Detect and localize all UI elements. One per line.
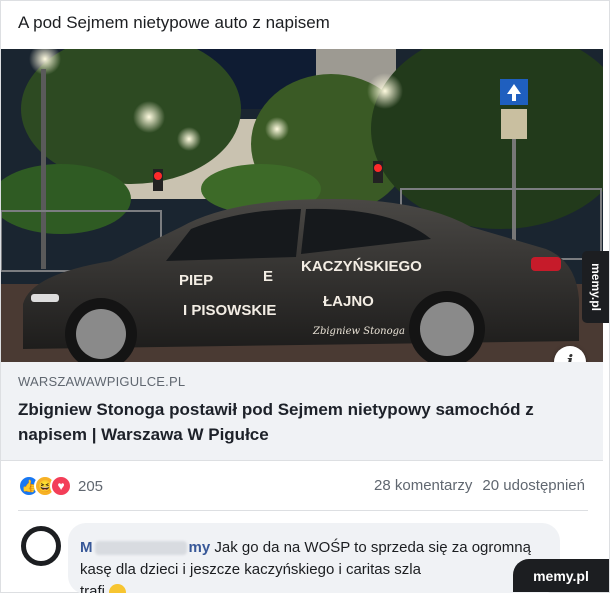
post-photo[interactable]: PIEP E KACZYŃSKIEGO I PISOWSKIE ŁAJNO Zb… <box>1 49 603 362</box>
divider <box>18 510 588 511</box>
post-text: A pod Sejmem nietypowe auto z napisem <box>18 13 330 32</box>
shares-count[interactable]: 20 udostępnień <box>482 477 585 494</box>
car-photo-illustration: PIEP E KACZYŃSKIEGO I PISOWSKIE ŁAJNO Zb… <box>1 49 603 362</box>
watermark-corner: memy.pl <box>513 559 609 592</box>
reaction-count: 205 <box>78 477 104 495</box>
car-text-pisowskie: I PISOWSKIE <box>183 302 276 319</box>
comment-text-end: trafi <box>80 583 106 593</box>
reactions-summary[interactable]: 👍 😆 ♥ 205 <box>18 475 103 497</box>
comment-author[interactable]: Mmy <box>80 539 210 556</box>
smile-emoji-icon <box>109 583 127 593</box>
car-text-kaczynskiego: KACZYŃSKIEGO <box>301 258 422 275</box>
watermark-side: memy.pl <box>582 251 609 323</box>
blurred-name <box>94 541 187 556</box>
car-text-lajno: ŁAJNO <box>323 293 374 310</box>
car-text-e: E <box>263 268 273 285</box>
comment-bubble: Mmy Jak go da na WOŚP to sprzeda się za … <box>68 523 560 593</box>
post-stats: 28 komentarzy 20 udostępnień <box>374 477 585 494</box>
avatar[interactable] <box>21 526 61 566</box>
facebook-post-card: A pod Sejmem nietypowe auto z napisem PI… <box>0 0 610 593</box>
link-domain: WARSZAWAWPIGULCE.PL <box>18 374 186 389</box>
love-icon: ♥ <box>50 475 72 497</box>
car-text-signature: Zbigniew Stonoga <box>312 326 405 337</box>
link-title[interactable]: Zbigniew Stonoga postawił pod Sejmem nie… <box>18 397 578 447</box>
comments-count[interactable]: 28 komentarzy <box>374 477 472 494</box>
link-preview[interactable]: WARSZAWAWPIGULCE.PL Zbigniew Stonoga pos… <box>1 362 603 461</box>
car-text-piep: PIEP <box>179 272 213 289</box>
